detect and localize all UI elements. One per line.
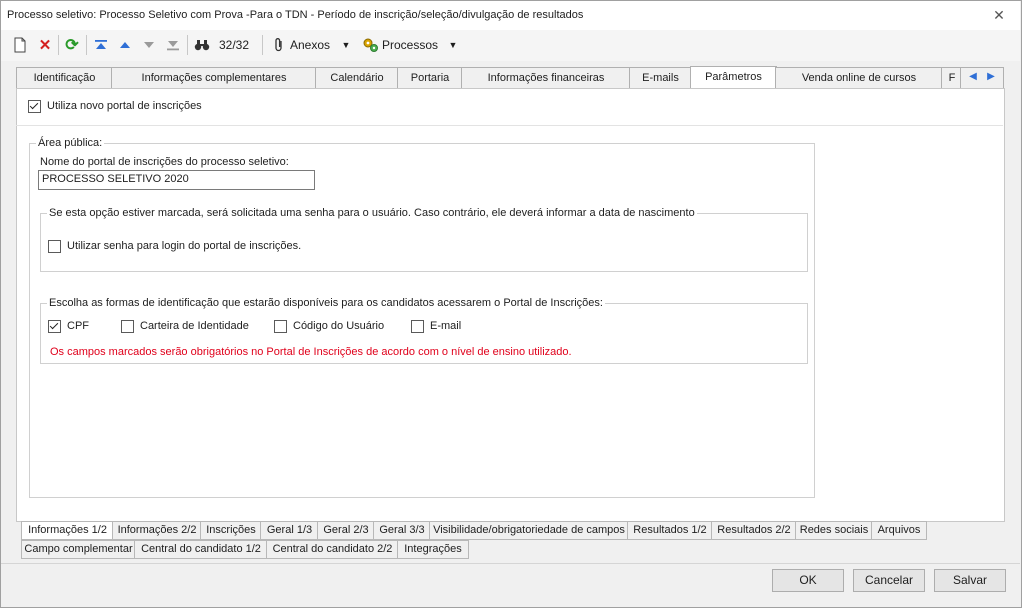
cpf-label: CPF [67, 320, 89, 332]
toolbar-separator [187, 35, 188, 55]
delete-icon[interactable]: ✕ [35, 34, 55, 56]
bottom-tab-geral-3[interactable]: Geral 3/3 [373, 521, 431, 540]
close-icon[interactable]: ✕ [990, 6, 1008, 24]
tab-parametros[interactable]: Parâmetros [690, 66, 777, 89]
toolbar-separator [86, 35, 87, 55]
bottom-tab-resultados-1[interactable]: Resultados 1/2 [627, 521, 713, 540]
chevron-down-icon[interactable]: ▼ [340, 34, 352, 56]
identity-card-label: Carteira de Identidade [140, 320, 249, 332]
save-button[interactable]: Salvar [934, 569, 1006, 592]
first-record-icon[interactable] [91, 34, 111, 56]
identity-card-checkbox[interactable] [121, 320, 134, 333]
window-title: Processo seletivo: Processo Seletivo com… [7, 9, 584, 21]
footer-divider [1, 563, 1020, 564]
scroll-left-icon[interactable]: ◀ [966, 70, 980, 84]
bottom-tab-arquivos[interactable]: Arquivos [871, 521, 927, 540]
toolbar-separator [58, 35, 59, 55]
scroll-right-icon[interactable]: ▶ [984, 70, 998, 84]
previous-record-icon[interactable] [115, 34, 135, 56]
binoculars-icon[interactable] [192, 34, 212, 56]
refresh-icon[interactable]: ⟳ [62, 34, 82, 56]
use-new-portal-label: Utiliza novo portal de inscrições [47, 100, 202, 112]
email-checkbox[interactable] [411, 320, 424, 333]
toolbar-separator [262, 35, 263, 55]
public-area-legend: Área pública: [36, 137, 105, 149]
tab-calendario[interactable]: Calendário [315, 67, 399, 88]
gears-icon [360, 34, 380, 56]
cpf-checkbox[interactable] [48, 320, 61, 333]
bottom-tab-campo-complementar[interactable]: Campo complementar [21, 540, 136, 559]
bottom-tab-geral-2[interactable]: Geral 2/3 [317, 521, 375, 540]
tab-informacoes-complementares[interactable]: Informações complementares [111, 67, 317, 88]
bottom-tab-central-2[interactable]: Central do candidato 2/2 [266, 540, 399, 559]
processes-button[interactable]: Processos [382, 34, 444, 56]
chevron-down-icon[interactable]: ▼ [447, 34, 459, 56]
bottom-tab-geral-1[interactable]: Geral 1/3 [260, 521, 319, 540]
attachments-button[interactable]: Anexos [290, 34, 336, 56]
last-record-icon[interactable] [163, 34, 183, 56]
ok-button[interactable]: OK [772, 569, 844, 592]
user-code-label: Código do Usuário [293, 320, 385, 332]
paperclip-icon [270, 34, 288, 56]
use-password-label: Utilizar senha para login do portal de i… [67, 240, 302, 252]
bottom-tab-resultados-2[interactable]: Resultados 2/2 [711, 521, 797, 540]
divider [16, 125, 1003, 126]
tab-identificacao[interactable]: Identificação [16, 67, 113, 88]
password-option-legend: Se esta opção estiver marcada, será soli… [47, 207, 697, 219]
bottom-tab-inscricoes[interactable]: Inscrições [200, 521, 262, 540]
record-counter: 32/32 [218, 38, 250, 52]
identification-legend: Escolha as formas de identificação que e… [47, 297, 605, 309]
email-label: E-mail [430, 320, 462, 332]
bottom-tab-informacoes-2[interactable]: Informações 2/2 [112, 521, 202, 540]
tab-informacoes-financeiras[interactable]: Informações financeiras [461, 67, 631, 88]
cancel-button[interactable]: Cancelar [853, 569, 925, 592]
mandatory-fields-warning: Os campos marcados serão obrigatórios no… [50, 346, 572, 358]
bottom-tab-informacoes-1[interactable]: Informações 1/2 [21, 521, 114, 540]
next-record-icon[interactable] [139, 34, 159, 56]
portal-name-label: Nome do portal de inscrições do processo… [40, 156, 289, 168]
user-code-checkbox[interactable] [274, 320, 287, 333]
new-document-icon[interactable] [10, 34, 30, 56]
use-password-checkbox[interactable] [48, 240, 61, 253]
use-new-portal-checkbox[interactable] [28, 100, 41, 113]
portal-name-input[interactable]: PROCESSO SELETIVO 2020 [38, 170, 315, 190]
tab-emails[interactable]: E-mails [629, 67, 692, 88]
tab-venda-online-de-cursos[interactable]: Venda online de cursos [775, 67, 943, 88]
bottom-tab-redes-sociais[interactable]: Redes sociais [795, 521, 873, 540]
bottom-tab-visibilidade[interactable]: Visibilidade/obrigatoriedade de campos [429, 521, 629, 540]
bottom-tab-central-1[interactable]: Central do candidato 1/2 [134, 540, 268, 559]
bottom-tab-integracoes[interactable]: Integrações [397, 540, 469, 559]
tab-portaria[interactable]: Portaria [397, 67, 463, 88]
